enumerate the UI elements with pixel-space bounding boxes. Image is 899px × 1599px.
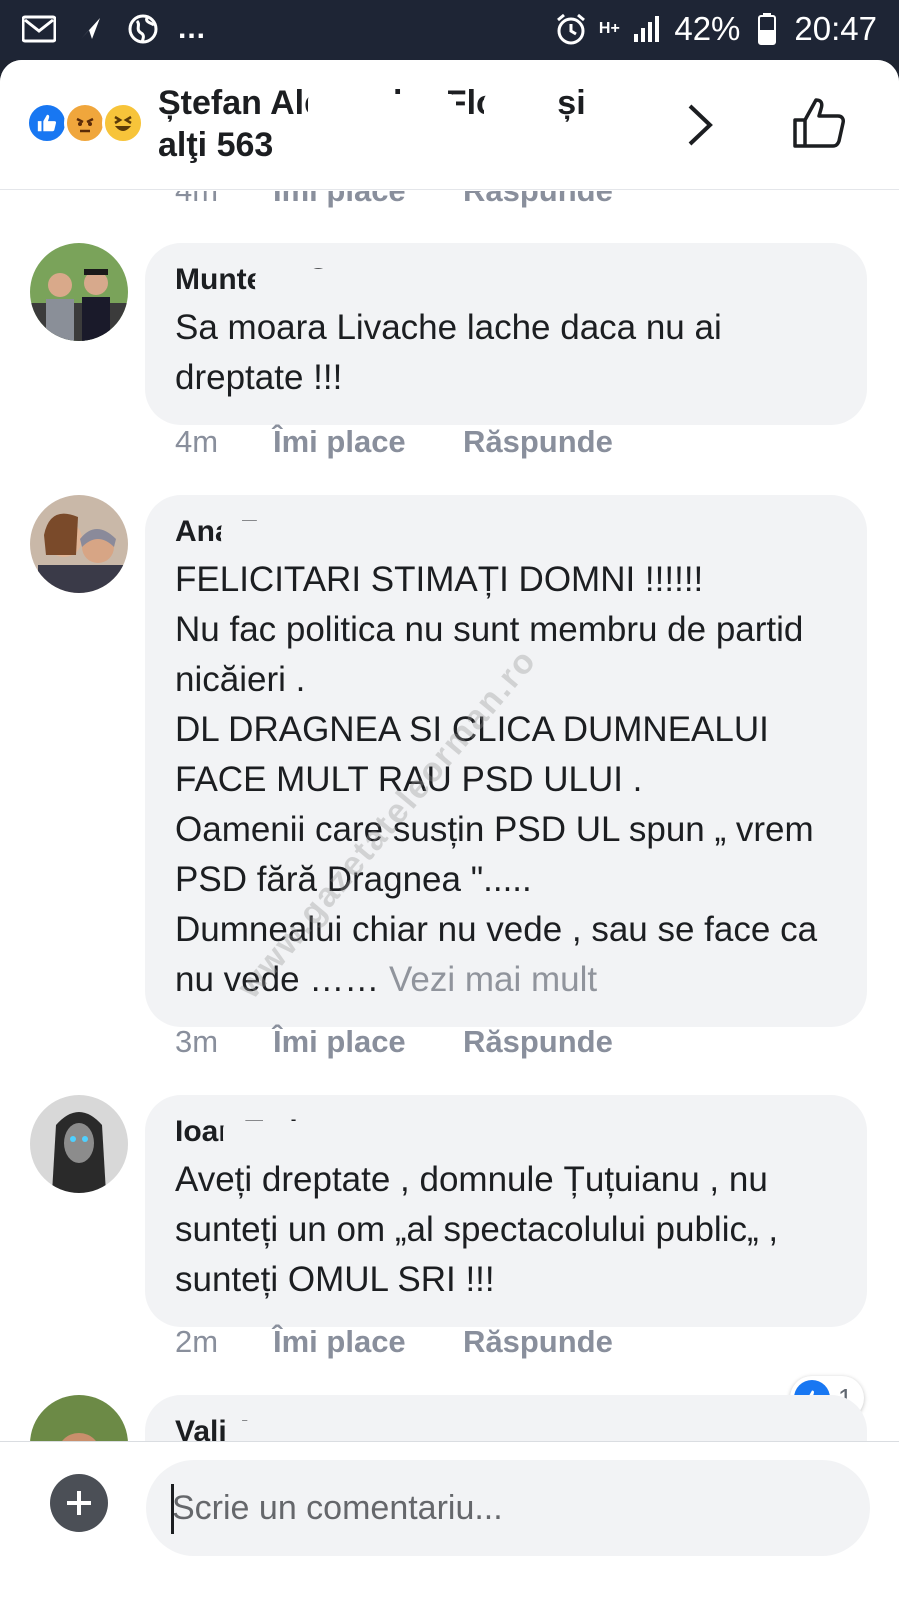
status-overflow: ...	[178, 12, 207, 45]
text-caret	[171, 1484, 174, 1534]
comment-actions: 2m Îmi place Răspunde	[175, 1324, 613, 1360]
redaction-mark	[221, 521, 379, 547]
redaction-mark	[223, 1121, 377, 1147]
clock: 20:47	[794, 10, 877, 47]
see-more-link[interactable]: Vezi mai mult	[379, 960, 597, 999]
like-action[interactable]: Îmi place	[273, 1324, 463, 1360]
like-action[interactable]: Îmi place	[273, 1024, 463, 1060]
comment-list[interactable]: 4m Îmi place Răspunde Muntean George Sa …	[0, 191, 899, 1501]
comment-actions: 4m Îmi place Răspunde	[175, 424, 613, 460]
gmail-icon	[22, 12, 56, 46]
angry-reaction-icon	[64, 102, 106, 144]
plus-icon	[67, 1491, 91, 1515]
comment-time: 2m	[175, 1324, 219, 1359]
reply-action[interactable]: Răspunde	[463, 1324, 613, 1360]
signal-icon	[630, 12, 664, 46]
redaction-mark	[255, 269, 485, 295]
comment-bubble[interactable]: Ioan Tudor Aveți dreptate , domnule Țuțu…	[145, 1095, 867, 1327]
redaction-mark	[484, 94, 548, 120]
globe-icon	[126, 12, 160, 46]
status-bar: ... H+ 42% 20:47	[0, 0, 899, 60]
comment-text: Aveți dreptate , domnule Țuțuianu , nu s…	[175, 1160, 779, 1299]
reaction-summary[interactable]	[26, 102, 156, 146]
reactors-count: alţi 563	[158, 126, 274, 164]
comment-time: 3m	[175, 1024, 219, 1059]
reactors-title: Ștefan Alexandru Florea și alţi 563	[158, 82, 668, 166]
comment-text: FELICITARI STIMAȚI DOMNI !!!!!! Nu fac p…	[175, 555, 839, 1005]
reply-action[interactable]: Răspunde	[463, 191, 613, 209]
redaction-mark	[308, 94, 456, 120]
comment-composer	[0, 1441, 899, 1599]
reply-action[interactable]: Răspunde	[463, 1024, 613, 1060]
reactions-header[interactable]: Ștefan Alexandru Florea și alţi 563	[0, 60, 899, 190]
comment-author[interactable]: Ana Zugravu	[175, 515, 839, 555]
comment-bubble[interactable]: Muntean George Sa moara Livache lache da…	[145, 243, 867, 425]
like-action[interactable]: Îmi place	[273, 424, 463, 460]
comment-actions: 3m Îmi place Răspunde	[175, 1024, 613, 1060]
like-action[interactable]: Îmi place	[273, 191, 463, 209]
like-reaction-icon	[26, 102, 68, 144]
like-button-icon[interactable]	[790, 94, 850, 154]
comment-input-wrapper[interactable]	[146, 1460, 870, 1556]
chevron-right-icon[interactable]	[680, 100, 720, 150]
alarm-icon	[554, 12, 588, 46]
comments-sheet: Ștefan Alexandru Florea și alţi 563 4m Î…	[0, 60, 899, 1599]
comment-bubble[interactable]: Ana Zugravu FELICITARI STIMAȚI DOMNI !!!…	[145, 495, 867, 1027]
avatar[interactable]	[30, 243, 128, 341]
comment-actions: 4m Îmi place Răspunde	[175, 191, 613, 209]
battery-icon	[750, 12, 784, 46]
comment-text-content: FELICITARI STIMAȚI DOMNI !!!!!! Nu fac p…	[175, 560, 818, 999]
navigation-icon	[74, 12, 108, 46]
comment-time: 4m	[175, 424, 219, 459]
comment-author[interactable]: Ioan Tudor	[175, 1115, 839, 1155]
reply-action[interactable]: Răspunde	[463, 424, 613, 460]
comment-input[interactable]	[146, 1460, 870, 1556]
network-type: H+	[598, 20, 620, 37]
avatar[interactable]	[30, 495, 128, 593]
avatar[interactable]	[30, 1095, 128, 1193]
haha-reaction-icon	[102, 102, 144, 144]
comment-time: 4m	[175, 191, 273, 209]
comment-text: Sa moara Livache lache daca nu ai drepta…	[175, 308, 722, 397]
comment-author[interactable]: Muntean George	[175, 263, 839, 303]
battery-percent: 42%	[674, 10, 741, 47]
add-attachment-button[interactable]	[50, 1474, 108, 1532]
